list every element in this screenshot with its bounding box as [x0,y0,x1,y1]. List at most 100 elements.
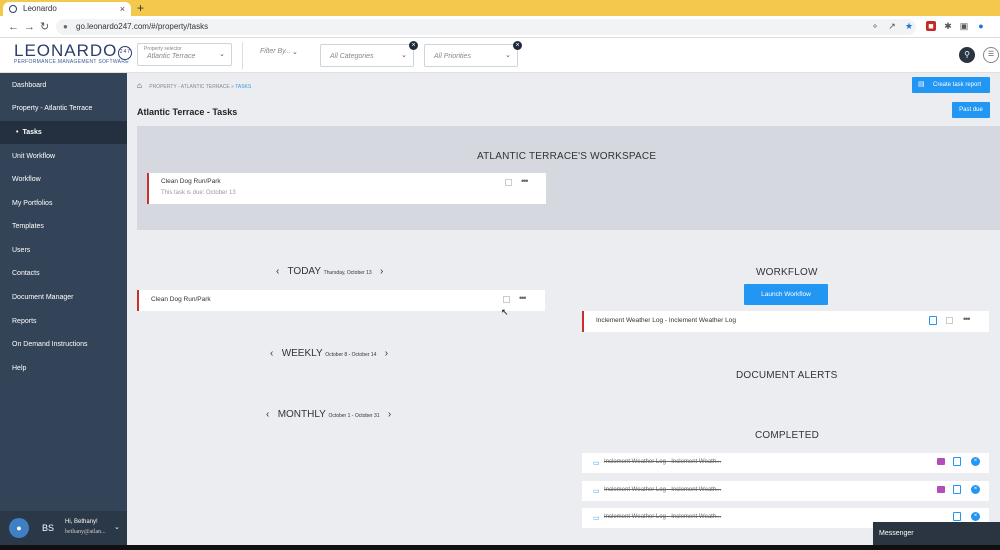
page-title: Atlantic Terrace - Tasks [137,107,238,117]
today-label: TODAY [287,266,321,277]
sidebar-item-workflow[interactable]: Workflow [0,168,127,191]
sidebar-item-on-demand-instructions[interactable]: On Demand Instructions [0,333,127,356]
workspace-task-card[interactable]: Clean Dog Run/Park This task is due: Oct… [147,173,546,204]
chevron-down-icon: ⌄ [219,51,225,58]
workspace-panel: ATLANTIC TERRACE'S WORKSPACE Clean Dog R… [137,126,1000,230]
workflow-title: WORKFLOW [756,267,818,278]
comment-icon[interactable] [937,486,945,493]
close-tab-icon[interactable]: × [120,2,125,16]
task-checkbox[interactable] [505,179,512,186]
search-icon[interactable]: ⚲ [959,47,975,63]
sidebar-item-users[interactable]: Users [0,239,127,262]
more-options-icon[interactable]: ••• [519,293,527,303]
today-task-card[interactable]: Clean Dog Run/Park ••• [137,290,545,311]
task-name: Clean Dog Run/Park [151,296,211,303]
more-options-icon[interactable]: ••• [963,314,971,324]
next-month-icon[interactable]: › [388,409,391,420]
user-greeting: Hi, Bethany! [65,519,98,525]
document-icon[interactable] [929,316,937,325]
next-week-icon[interactable]: › [385,348,388,359]
extension-icon[interactable]: ■ [926,21,936,31]
sidebar-item-templates[interactable]: Templates [0,215,127,238]
browser-toolbar: ← → ↻ ● go.leonardo247.com/#/property/ta… [0,16,1000,38]
bookmark-star-icon[interactable]: ★ [904,21,914,31]
reload-icon[interactable]: ↻ [40,19,49,35]
puzzle-icon[interactable]: ✱ [943,21,953,31]
browser-tab[interactable]: Leonardo × [3,2,131,16]
monthly-header: ‹ MONTHLY October 1 - October 31 › [266,409,391,420]
past-due-button[interactable]: Past due [952,102,990,118]
task-name: Clean Dog Run/Park [161,178,221,185]
leonardo-logo[interactable]: LEONARDO 247 PERFORMANCE MANAGEMENT SOFTW… [14,41,133,65]
workspace-title: ATLANTIC TERRACE'S WORKSPACE [477,151,657,162]
messenger-widget[interactable]: Messenger [873,522,1000,545]
task-name: Inclement Weather Log - Inclement Weathe… [596,317,736,324]
launch-workflow-button[interactable]: Launch Workflow [744,284,828,305]
completed-item[interactable]: ▭ Inclement Weather Log - Inclement Weat… [582,481,989,501]
task-checkbox[interactable] [503,296,510,303]
document-icon[interactable] [953,485,961,494]
task-due-date: This task is due: October 13 [161,190,236,196]
profile-icon[interactable]: ● [976,21,986,31]
app-root: Leonardo × + ← → ↻ ● go.leonardo247.com/… [0,0,1000,550]
completed-item-text: Inclement Weather Log - Inclement Weath.… [604,514,722,520]
task-checkbox[interactable] [946,317,953,324]
document-icon[interactable] [953,457,961,466]
user-profile[interactable]: ● BS Hi, Bethany! bethany@atlan... ⌄ [0,511,127,545]
remove-icon[interactable]: × [971,457,980,466]
monitor-icon: ▭ [593,460,600,467]
sidebar-item-my-portfolios[interactable]: My Portfolios [0,192,127,215]
sidebar-item-document-manager[interactable]: Document Manager [0,286,127,309]
share-icon[interactable]: ↗ [887,21,897,31]
today-header: ‹ TODAY Thursday, October 13 › [276,266,383,277]
create-task-report-label: Create task report [932,82,982,88]
sidebar-item-dashboard[interactable]: Dashboard [0,74,127,97]
create-task-report-button[interactable]: ▤ Create task report [912,77,990,93]
leonardo-favicon-icon [9,5,17,13]
clear-categories-icon[interactable]: × [409,41,418,50]
document-icon[interactable] [953,512,961,521]
completed-item[interactable]: ▭ Inclement Weather Log - Inclement Weat… [582,453,989,473]
workflow-task-card[interactable]: Inclement Weather Log - Inclement Weathe… [582,311,989,332]
sidebar-item-contacts[interactable]: Contacts [0,262,127,285]
clear-priorities-icon[interactable]: × [513,41,522,50]
sidepanel-icon[interactable]: ▣ [959,21,969,31]
priorities-select[interactable]: All Priorities ⌄ [424,44,518,67]
browser-tabstrip: Leonardo × + [0,0,1000,16]
breadcrumb-parent[interactable]: PROPERTY - ATLANTIC TERRACE [149,84,229,90]
completed-item-text: Inclement Weather Log - Inclement Weath.… [604,459,722,465]
cart-icon[interactable]: ☰ [983,47,999,63]
property-selector[interactable]: Property selector Atlantic Terrace ⌄ [137,43,232,66]
sidebar-item-tasks[interactable]: Tasks [0,121,127,144]
key-icon[interactable]: ⚬ [870,21,880,31]
monitor-icon: ▭ [593,488,600,495]
prev-week-icon[interactable]: ‹ [270,348,273,359]
monthly-range: October 1 - October 31 [328,413,380,419]
completed-item-text: Inclement Weather Log - Inclement Weath.… [604,487,722,493]
comment-icon[interactable] [937,458,945,465]
breadcrumb: ⌂ PROPERTY - ATLANTIC TERRACE » TASKS [137,81,251,90]
forward-icon[interactable]: → [24,19,35,35]
remove-icon[interactable]: × [971,485,980,494]
sidebar-item-property[interactable]: Property - Atlantic Terrace [0,97,127,120]
sidebar-item-help[interactable]: Help [0,357,127,380]
chevron-down-icon[interactable]: ⌄ [114,523,120,531]
home-icon[interactable]: ⌂ [137,81,142,90]
filter-by-select[interactable]: Filter By... [260,48,291,55]
header-divider [242,42,243,69]
prev-month-icon[interactable]: ‹ [266,409,269,420]
breadcrumb-current: TASKS [235,84,252,90]
categories-select[interactable]: All Categories ⌄ [320,44,414,67]
logo-text: LEONARDO [14,41,118,60]
sidebar-item-reports[interactable]: Reports [0,310,127,333]
next-day-icon[interactable]: › [380,266,383,277]
new-tab-button[interactable]: + [137,0,144,16]
back-icon[interactable]: ← [8,19,19,35]
prev-day-icon[interactable]: ‹ [276,266,279,277]
address-bar[interactable]: ● go.leonardo247.com/#/property/tasks [56,19,916,35]
mouse-cursor-icon: ↖ [501,307,509,317]
more-options-icon[interactable]: ••• [521,176,529,186]
remove-icon[interactable]: × [971,512,980,521]
sidebar-item-unit-workflow[interactable]: Unit Workflow [0,145,127,168]
browser-tab-title: Leonardo [23,4,57,13]
